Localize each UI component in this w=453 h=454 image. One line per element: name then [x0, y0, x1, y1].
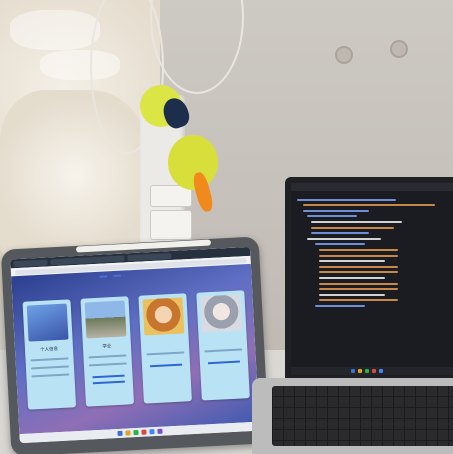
card-link[interactable]	[207, 360, 240, 365]
card-image	[200, 294, 243, 333]
anime-card[interactable]	[138, 293, 192, 404]
start-icon[interactable]	[116, 430, 123, 437]
editor-title-bar	[291, 183, 453, 191]
app-icon[interactable]	[372, 369, 376, 373]
app-icon[interactable]	[365, 369, 369, 373]
browser-icon[interactable]	[379, 369, 383, 373]
card-link[interactable]	[92, 374, 125, 379]
nav-button[interactable]	[99, 275, 108, 278]
tablet-screen: 个人信息 学业	[10, 246, 260, 444]
folder-icon[interactable]	[124, 430, 131, 436]
browser-tab[interactable]	[13, 258, 48, 267]
laptop	[285, 177, 453, 387]
anime-card[interactable]	[196, 290, 250, 401]
nav-button[interactable]	[113, 274, 122, 278]
app-icon[interactable]	[140, 429, 147, 435]
card-title	[199, 336, 247, 339]
card-image	[142, 297, 185, 336]
laptop-base	[252, 378, 453, 454]
card-link[interactable]	[92, 380, 125, 385]
study-card[interactable]: 学业	[80, 296, 135, 407]
browser-icon[interactable]	[148, 429, 155, 435]
laptop-screen	[291, 183, 453, 375]
app-icon[interactable]	[156, 428, 163, 434]
start-icon[interactable]	[351, 369, 355, 373]
wall-hole	[390, 40, 408, 58]
card-image	[84, 300, 127, 339]
profile-card[interactable]: 个人信息	[22, 299, 77, 410]
laptop-taskbar	[291, 367, 453, 375]
card-link[interactable]	[150, 363, 183, 368]
charger-plug	[150, 210, 192, 240]
app-icon[interactable]	[132, 429, 139, 436]
card-title	[141, 339, 189, 342]
photo-scene: 个人信息 学业	[0, 0, 453, 454]
tablet: 个人信息 学业	[0, 236, 270, 454]
card-title: 学业	[102, 344, 112, 350]
code-editor[interactable]	[297, 195, 453, 310]
page-nav	[99, 274, 122, 278]
keyboard[interactable]	[272, 386, 453, 446]
folder-icon[interactable]	[358, 369, 362, 373]
wall-hole	[335, 46, 353, 64]
web-page: 个人信息 学业	[11, 263, 260, 435]
card-image	[26, 303, 69, 342]
card-title: 个人信息	[39, 347, 59, 353]
